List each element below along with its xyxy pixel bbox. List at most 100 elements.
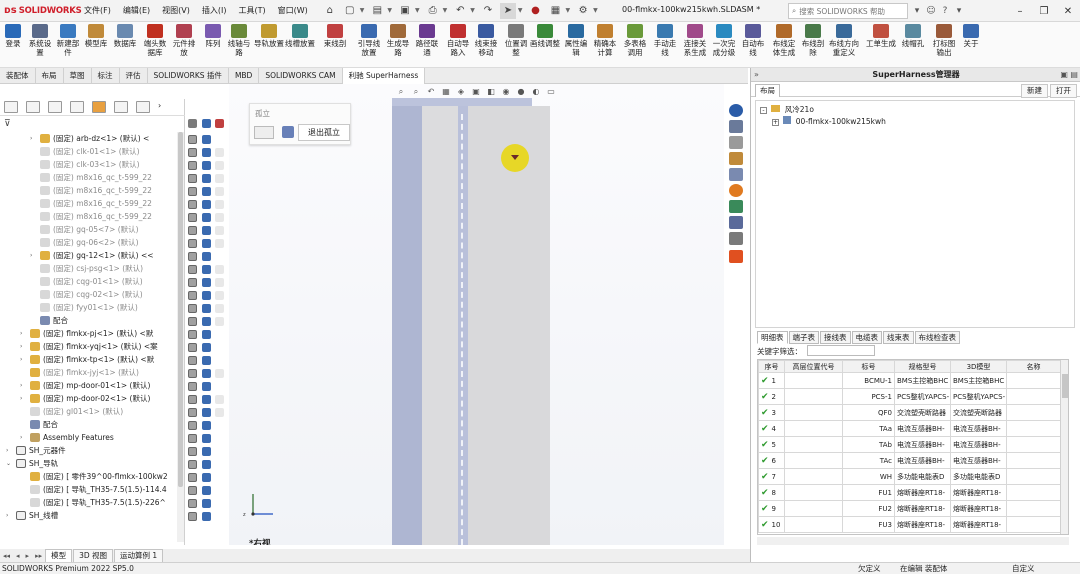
tree-item[interactable]: (固定) flmkx-jyj<1> (默认)	[0, 366, 176, 379]
location-cell[interactable]	[784, 516, 843, 533]
appearance-icon[interactable]	[202, 252, 211, 261]
menu-file[interactable]: 文件(F)	[78, 0, 117, 22]
display-state-icon[interactable]	[188, 239, 197, 248]
list-tab-4[interactable]: 电缆表	[851, 331, 882, 344]
model-cell[interactable]: 电流互感器BH-	[950, 452, 1007, 469]
tree-item[interactable]: (固定) m8x16_qc_t-599_22	[0, 210, 176, 223]
menu-edit[interactable]: 编辑(E)	[117, 0, 156, 22]
appearance-icon[interactable]	[202, 356, 211, 365]
ribbon-button-30[interactable]: 工单生成	[864, 24, 898, 48]
model-cell[interactable]: 熔断器座RT18-	[950, 484, 1007, 501]
display-state-icon[interactable]	[188, 473, 197, 482]
menu-window[interactable]: 窗口(W)	[272, 0, 314, 22]
ribbon-button-33[interactable]: 关于	[962, 24, 980, 48]
tag-cell[interactable]: FU1	[842, 484, 895, 501]
chevron-down-icon[interactable]: ▼	[593, 7, 598, 14]
column-header-icon[interactable]	[202, 119, 211, 128]
menu-tools[interactable]: 工具(T)	[232, 0, 271, 22]
select-arrow-icon[interactable]: ➤	[499, 2, 516, 19]
display-state-icon[interactable]	[188, 382, 197, 391]
expand-arrow-icon[interactable]: ›	[20, 327, 22, 340]
ribbon-button-11[interactable]: 线槽放置	[284, 24, 316, 48]
command-tab-5[interactable]: 评估	[120, 68, 148, 84]
zoom-to-fit-icon[interactable]: ⌕	[395, 86, 407, 97]
appearance-icon[interactable]	[202, 421, 211, 430]
apply-scene-icon[interactable]: ◐	[530, 86, 542, 97]
display-state-icon[interactable]	[188, 499, 197, 508]
nav-next-icon[interactable]: ▸	[23, 552, 33, 560]
appearance-icon[interactable]	[202, 304, 211, 313]
rail-blue-narrow[interactable]	[458, 106, 468, 545]
column-header[interactable]: 标号	[842, 360, 895, 373]
filter-input[interactable]	[807, 345, 875, 356]
tree-item[interactable]: › (固定) gq-12<1> (默认) <<	[0, 249, 176, 262]
command-tab-2[interactable]: 布局	[36, 68, 64, 84]
isolate-display-dropdown[interactable]	[254, 126, 274, 139]
appearance-icon[interactable]	[202, 434, 211, 443]
tree-item[interactable]: (固定) clk-01<1> (默认)	[0, 145, 176, 158]
appearance-icon[interactable]	[202, 499, 211, 508]
table-row[interactable]: ✔ 4 TAa 电流互感器BH- 电流互感器BH-	[758, 420, 1061, 437]
ribbon-button-1[interactable]: 登录	[4, 24, 22, 48]
spec-cell[interactable]: BMS主控箱BHC	[894, 372, 951, 389]
section-view-icon[interactable]: ▦	[440, 86, 452, 97]
display-state-icon[interactable]	[188, 408, 197, 417]
help-dropdown-icon[interactable]: ▾	[952, 3, 966, 19]
command-tab-1[interactable]: 装配体	[0, 68, 36, 84]
list-tab-2[interactable]: 端子表	[788, 331, 819, 344]
list-tab-6[interactable]: 布线检查表	[914, 331, 960, 344]
display-state-icon[interactable]	[188, 252, 197, 261]
edit-appearance-icon[interactable]: ●	[515, 86, 527, 97]
table-row[interactable]: ✔ 6 TAc 电流互感器BH- 电流互感器BH-	[758, 452, 1061, 469]
spec-cell[interactable]: 交流塑壳断路器	[894, 404, 951, 421]
display-state-icon[interactable]	[188, 291, 197, 300]
tab-model[interactable]: 模型	[45, 548, 73, 563]
location-cell[interactable]	[784, 452, 843, 469]
user-icon[interactable]: ☺	[924, 3, 938, 19]
tab-layout[interactable]: 布局	[755, 84, 780, 97]
panel-pin-icons[interactable]: ▣ ▤	[1060, 68, 1078, 82]
spec-cell[interactable]: PCS整机YAPCS-	[894, 388, 951, 405]
model-cell[interactable]: 电流互感器BH-	[950, 436, 1007, 453]
print-icon[interactable]: ⎙	[425, 3, 441, 19]
command-tab-6[interactable]: SOLIDWORKS 插件	[148, 68, 229, 84]
ribbon-button-14[interactable]: 生成导路	[384, 24, 412, 57]
display-state-icon[interactable]	[188, 317, 197, 326]
ribbon-button-2[interactable]: 系统设置	[28, 24, 52, 57]
status-custom[interactable]: 自定义	[1012, 563, 1035, 574]
location-cell[interactable]	[784, 436, 843, 453]
tag-cell[interactable]: FU3	[842, 516, 895, 533]
graphics-area[interactable]: ⌕ ⌕ ↶ ▦ ◈ ▣ ◧ ◉ ● ◐ ▭ 孤立 退出孤立 z *右视	[229, 84, 724, 545]
tag-cell[interactable]: QF0	[842, 404, 895, 421]
rail-gray[interactable]	[422, 106, 458, 545]
tree-scrollbar[interactable]	[177, 132, 184, 542]
file-explorer-icon[interactable]	[729, 136, 743, 149]
menu-insert[interactable]: 插入(I)	[196, 0, 233, 22]
appearance-icon[interactable]	[202, 486, 211, 495]
column-header-icon[interactable]	[215, 119, 224, 128]
ribbon-button-10[interactable]: 导轨放置	[254, 24, 284, 48]
chevron-down-icon[interactable]: ▼	[443, 7, 448, 14]
tree-item[interactable]: › (固定) flmkx-tp<1> (默认) <默	[0, 353, 176, 366]
display-state-icon[interactable]	[188, 304, 197, 313]
expand-arrow-icon[interactable]: ›	[30, 132, 32, 145]
ribbon-button-16[interactable]: 自动导路入	[444, 24, 472, 57]
display-state-icon[interactable]	[188, 135, 197, 144]
restore-icon[interactable]: ❐	[1032, 0, 1056, 22]
tree-item[interactable]: (固定) csj-psg<1> (默认)	[0, 262, 176, 275]
ribbon-button-13[interactable]: 引导线放置	[356, 24, 382, 57]
tag-cell[interactable]: TAb	[842, 436, 895, 453]
list-tab-3[interactable]: 接线表	[820, 331, 851, 344]
chevron-down-icon[interactable]: ▼	[360, 7, 365, 14]
appearance-icon[interactable]	[202, 382, 211, 391]
ribbon-button-32[interactable]: 打标图输出	[930, 24, 958, 57]
tree-item[interactable]: › (固定) flmkx-pj<1> (默认) <默	[0, 327, 176, 340]
column-header[interactable]: 高层位置代号	[784, 360, 843, 373]
table-row[interactable]: ✔ 7 WH 多功能电能表D 多功能电能表D	[758, 468, 1061, 485]
solidworks-forum-icon[interactable]	[729, 200, 743, 213]
spec-cell[interactable]: 熔断器座RT18-	[894, 484, 951, 501]
chevron-down-icon[interactable]: ▼	[518, 7, 523, 14]
property-manager-tab-icon[interactable]	[26, 101, 40, 113]
model-cell[interactable]: 熔断器座RT18-	[950, 516, 1007, 533]
model-cell[interactable]: 多功能电能表D	[950, 468, 1007, 485]
